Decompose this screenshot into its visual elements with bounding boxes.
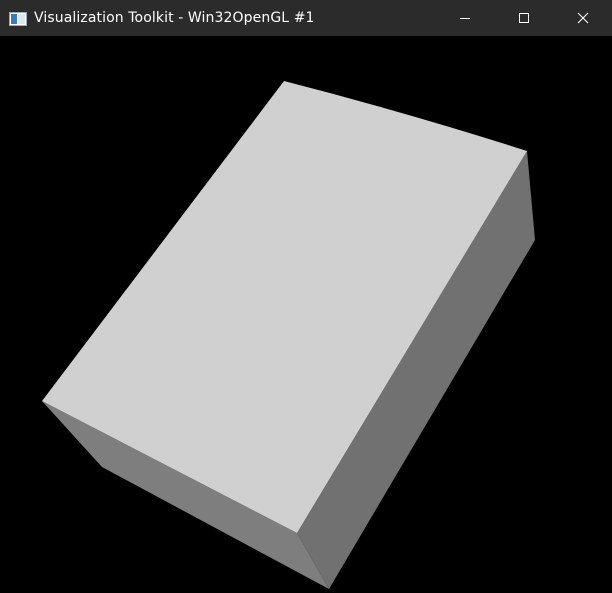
window-title: Visualization Toolkit - Win32OpenGL #1	[34, 10, 315, 26]
cube-render	[42, 81, 535, 589]
window-controls	[435, 0, 612, 36]
minimize-icon	[459, 18, 470, 19]
maximize-icon	[518, 13, 529, 23]
vtk-render-window: Visualization Toolkit - Win32OpenGL #1	[0, 0, 612, 593]
close-button[interactable]	[553, 0, 612, 36]
vtk-window-icon	[9, 11, 27, 26]
title-bar[interactable]: Visualization Toolkit - Win32OpenGL #1	[0, 0, 612, 36]
minimize-button[interactable]	[435, 0, 494, 36]
render-viewport[interactable]	[0, 36, 612, 593]
maximize-button[interactable]	[494, 0, 553, 36]
close-icon	[577, 12, 588, 24]
